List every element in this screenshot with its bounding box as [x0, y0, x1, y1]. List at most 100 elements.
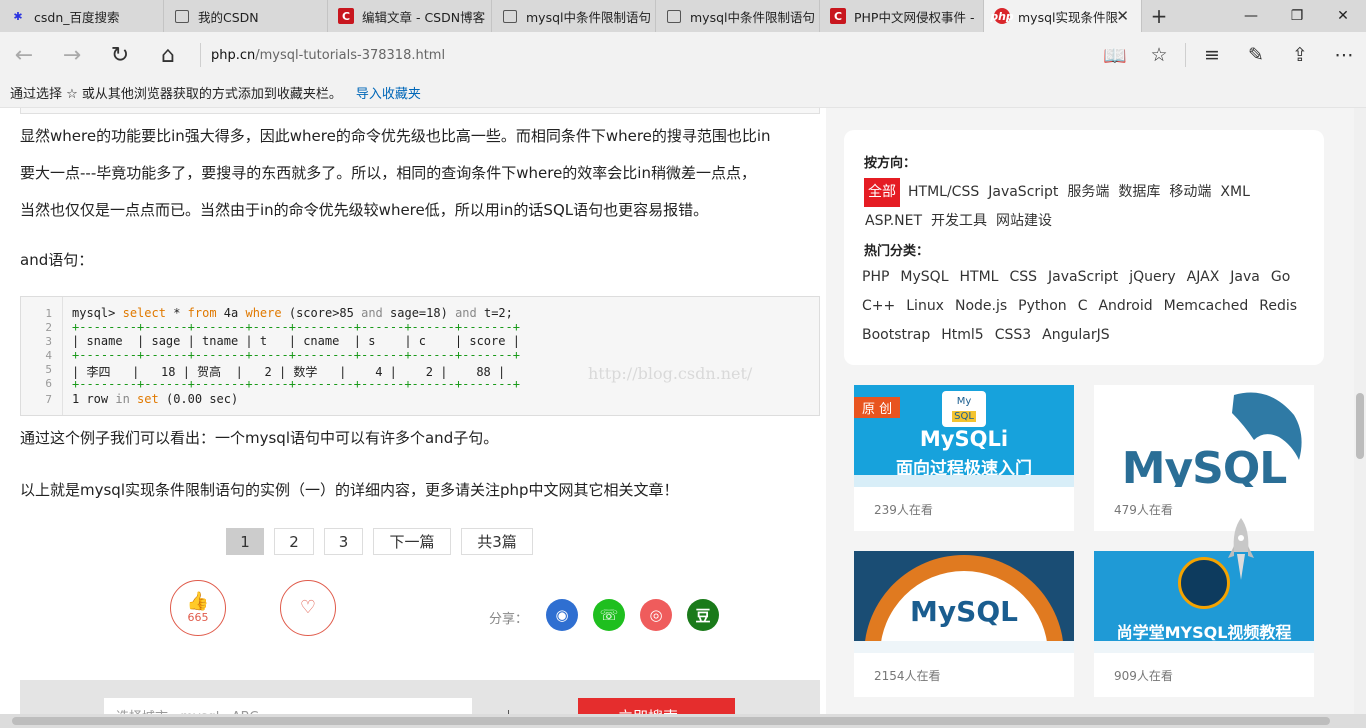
- viewer-count: 479人在看: [1114, 503, 1173, 517]
- hot-tags: PHP MySQL HTML CSS JavaScript jQuery AJAX Java G…: [861, 263, 1311, 350]
- course-card-2[interactable]: MySQL 479人在看: [1094, 385, 1314, 531]
- category-tag[interactable]: Python: [1017, 292, 1068, 321]
- horizontal-scrollbar[interactable]: [0, 714, 1366, 728]
- browser-tab-6[interactable]: C PHP中文网侵权事件 -: [820, 0, 984, 32]
- bottom-search-bar: 选择城市 · mysql · ABC 立即搜索: [20, 680, 820, 714]
- category-tag[interactable]: 数据库: [1117, 178, 1161, 207]
- original-badge: 原 创: [854, 397, 901, 418]
- browser-tab-1[interactable]: ✱ csdn_百度搜索: [0, 0, 164, 32]
- category-tag[interactable]: 网站建设: [995, 207, 1053, 236]
- toolbar: 📖 ☆ ≡ ✎ ⇪ ⋯: [1093, 32, 1366, 78]
- line-number: 3: [45, 335, 52, 348]
- back-to-top-rocket-icon[interactable]: [1228, 518, 1254, 580]
- category-tag[interactable]: Go: [1270, 263, 1291, 292]
- favorites-hint: 通过选择 ☆ 或从其他浏览器获取的方式添加到收藏夹栏。: [10, 87, 342, 102]
- weibo-icon[interactable]: ◎: [640, 599, 672, 631]
- wechat-icon[interactable]: ☏: [593, 599, 625, 631]
- category-tag[interactable]: CSS3: [994, 321, 1032, 350]
- course-card-1[interactable]: 原 创 My SQL MySQLi 面向过程极速入门 239人在看: [854, 385, 1074, 531]
- category-tag[interactable]: JavaScript: [987, 178, 1059, 207]
- new-tab-button[interactable]: +: [1142, 0, 1176, 32]
- import-favorites-link[interactable]: 导入收藏夹: [356, 83, 421, 102]
- close-window-icon[interactable]: ✕: [1320, 0, 1366, 32]
- more-icon[interactable]: ⋯: [1322, 32, 1366, 78]
- code-line-result: 1 row in set (0.00 sec): [72, 392, 239, 406]
- category-tag[interactable]: 开发工具: [930, 207, 988, 236]
- tab-label: mysql实现条件限: [1018, 9, 1118, 25]
- category-tag[interactable]: Java: [1229, 263, 1261, 292]
- thumb-footer: [854, 475, 1074, 487]
- category-tag[interactable]: Memcached: [1163, 292, 1250, 321]
- category-tag[interactable]: ASP.NET: [864, 207, 923, 236]
- favorite-button[interactable]: ♡: [280, 580, 336, 636]
- search-button[interactable]: 立即搜索: [578, 698, 735, 714]
- course-card-3[interactable]: MySQL 2154人在看: [854, 551, 1074, 697]
- douban-icon[interactable]: 豆: [687, 599, 719, 631]
- category-tag[interactable]: PHP: [861, 263, 890, 292]
- like-button[interactable]: 👍 665: [170, 580, 226, 636]
- browser-tab-active[interactable]: php mysql实现条件限 ✕: [984, 0, 1142, 32]
- vertical-scrollbar[interactable]: [1354, 108, 1366, 714]
- category-tag[interactable]: XML: [1219, 178, 1250, 207]
- category-box: 按方向： 全部 HTML/CSS JavaScript 服务端 数据库 移动端 XML ASP…: [844, 130, 1324, 365]
- category-tag[interactable]: MySQL: [899, 263, 949, 292]
- reading-view-icon[interactable]: 📖: [1093, 32, 1137, 78]
- csdn-watermark: http://blog.csdn.net/: [588, 364, 753, 383]
- browser-tab-4[interactable]: mysql中条件限制语句: [492, 0, 656, 32]
- course-card-4[interactable]: 尚学堂MYSQL视频教程 909人在看: [1094, 551, 1314, 697]
- browser-tab-3[interactable]: C 编辑文章 - CSDN博客: [328, 0, 492, 32]
- scrollbar-thumb[interactable]: [1356, 393, 1364, 459]
- category-tag[interactable]: jQuery: [1128, 263, 1176, 292]
- scrollbar-thumb[interactable]: [12, 717, 1330, 725]
- thumb-footer: [1094, 641, 1314, 653]
- code-line-border: +--------+------+-------+-----+--------+…: [72, 348, 520, 362]
- category-tag[interactable]: 全部: [864, 178, 900, 207]
- category-tag[interactable]: C: [1077, 292, 1089, 321]
- page-button-2[interactable]: 2: [274, 528, 314, 555]
- favorite-star-icon[interactable]: ☆: [1137, 32, 1181, 78]
- category-tag[interactable]: Android: [1097, 292, 1153, 321]
- code-line-query: mysql> select * from 4a where (score>85 …: [72, 306, 513, 320]
- hub-icon[interactable]: ≡: [1190, 32, 1234, 78]
- category-tag[interactable]: Node.js: [954, 292, 1008, 321]
- category-tag[interactable]: 服务端: [1066, 178, 1110, 207]
- refresh-icon[interactable]: ↻: [96, 32, 144, 78]
- viewer-count: 239人在看: [874, 503, 933, 517]
- category-tag[interactable]: Linux: [905, 292, 945, 321]
- category-tag[interactable]: Redis: [1258, 292, 1298, 321]
- minimize-icon[interactable]: —: [1228, 0, 1274, 32]
- restore-icon[interactable]: ❐: [1274, 0, 1320, 32]
- back-arrow-icon[interactable]: ←: [0, 32, 48, 78]
- forward-arrow-icon[interactable]: →: [48, 32, 96, 78]
- home-icon[interactable]: ⌂: [144, 32, 192, 78]
- category-tag[interactable]: C++: [861, 292, 896, 321]
- mysql-logo-text: MySQL: [910, 595, 1018, 628]
- category-tag[interactable]: JavaScript: [1047, 263, 1119, 292]
- category-tag[interactable]: Html5: [940, 321, 984, 350]
- share-icon[interactable]: ⇪: [1278, 32, 1322, 78]
- line-number: 1: [45, 307, 52, 320]
- category-tag[interactable]: AJAX: [1186, 263, 1221, 292]
- category-tag[interactable]: HTML/CSS: [907, 178, 980, 207]
- category-tag[interactable]: 移动端: [1168, 178, 1212, 207]
- browser-tab-5[interactable]: mysql中条件限制语句: [656, 0, 820, 32]
- category-tag[interactable]: Bootstrap: [861, 321, 931, 350]
- browser-tab-2[interactable]: 我的CSDN: [164, 0, 328, 32]
- category-tag[interactable]: HTML: [959, 263, 1000, 292]
- qq-icon[interactable]: ◉: [546, 599, 578, 631]
- next-page-button[interactable]: 下一篇: [373, 528, 451, 555]
- category-tag[interactable]: AngularJS: [1041, 321, 1110, 350]
- page-button-3[interactable]: 3: [324, 528, 363, 555]
- favorites-bar: 通过选择 ☆ 或从其他浏览器获取的方式添加到收藏夹栏。 导入收藏夹: [0, 78, 1366, 108]
- course-title: 尚学堂MYSQL视频教程: [1116, 623, 1292, 642]
- address-bar[interactable]: php.cn/mysql-tutorials-378318.html: [211, 48, 1091, 63]
- web-note-icon[interactable]: ✎: [1234, 32, 1278, 78]
- csdn-icon: C: [338, 8, 354, 24]
- close-tab-icon[interactable]: ✕: [1116, 7, 1129, 25]
- page-button-1[interactable]: 1: [226, 528, 264, 555]
- navigation-bar: ← → ↻ ⌂ php.cn/mysql-tutorials-378318.ht…: [0, 32, 1366, 78]
- category-tag[interactable]: CSS: [1008, 263, 1038, 292]
- course-thumbnail: MySQL: [854, 551, 1074, 653]
- line-number-gutter: 1 2 3 4 5 6 7: [21, 297, 63, 415]
- bottom-search-input[interactable]: 选择城市 · mysql · ABC: [104, 698, 472, 714]
